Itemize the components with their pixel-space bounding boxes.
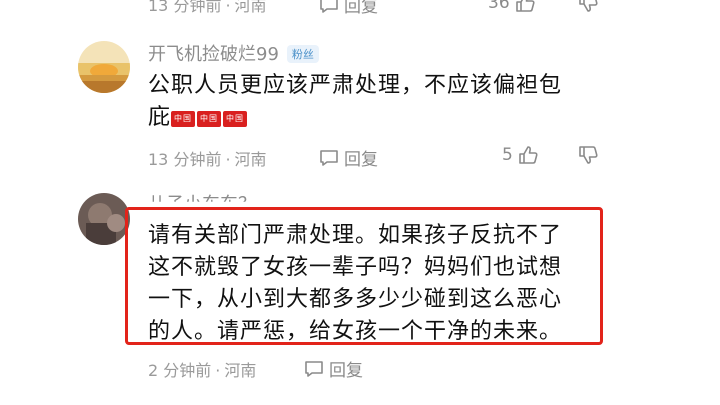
china-flag-emoji: 中国 — [223, 111, 248, 127]
username-text: 开飞机捡破烂99 — [148, 44, 279, 65]
like-count: 5 — [502, 145, 513, 165]
dislike-button[interactable] — [577, 144, 599, 170]
comment-bubble-icon — [320, 0, 338, 13]
china-flag-emoji: 中国 — [171, 111, 196, 127]
comment-time: 2 分钟前 — [148, 361, 212, 380]
thumbs-down-icon — [579, 146, 598, 164]
china-flag-emoji: 中国 — [197, 111, 222, 127]
comment-location: 河南 — [224, 361, 257, 380]
reply-button[interactable]: 回复 — [303, 356, 363, 381]
like-count: 36 — [488, 0, 510, 13]
comment-location: 河南 — [234, 150, 267, 169]
comment-location: 河南 — [234, 0, 267, 15]
like-button[interactable]: 5 — [502, 144, 539, 166]
reply-button[interactable]: 回复 — [318, 145, 378, 170]
comment-line-with-emoji: 庇中国 中国 中国 — [148, 102, 648, 134]
comment-meta: 13 分钟前 · 河南 — [148, 150, 267, 169]
comment-body: 公职人员更应该严肃处理，不应该偏袒包 庇中国 中国 中国 — [148, 70, 648, 134]
comment-line-text: 庇 — [148, 105, 172, 130]
like-button[interactable]: 36 — [488, 0, 536, 14]
comment-meta-top: 13 分钟前 · 河南 — [148, 0, 267, 16]
comment-bubble-icon — [305, 360, 323, 377]
avatar[interactable] — [78, 41, 130, 93]
thumbs-up-icon — [519, 146, 538, 164]
reply-label: 回复 — [344, 150, 378, 170]
dislike-button[interactable] — [577, 0, 599, 18]
comment-line: 公职人员更应该严肃处理，不应该偏袒包 — [148, 73, 563, 98]
fan-badge: 粉丝 — [286, 45, 319, 63]
comment-bubble-icon — [320, 149, 338, 166]
avatar[interactable] — [78, 193, 130, 245]
username[interactable]: 开飞机捡破烂99 粉丝 — [148, 40, 319, 66]
highlight-box — [125, 207, 603, 345]
thumbs-up-icon — [515, 0, 535, 12]
comment-meta: 2 分钟前 · 河南 — [148, 361, 257, 380]
photo-avatar-image — [78, 193, 130, 245]
sunset-avatar-image — [78, 41, 130, 93]
reply-button[interactable]: 回复 — [318, 0, 378, 17]
comment-time: 13 分钟前 — [148, 150, 222, 169]
thumbs-down-icon — [579, 0, 598, 12]
comment-time: 13 分钟前 — [148, 0, 222, 15]
reply-label: 回复 — [329, 361, 363, 381]
reply-label: 回复 — [344, 0, 378, 17]
